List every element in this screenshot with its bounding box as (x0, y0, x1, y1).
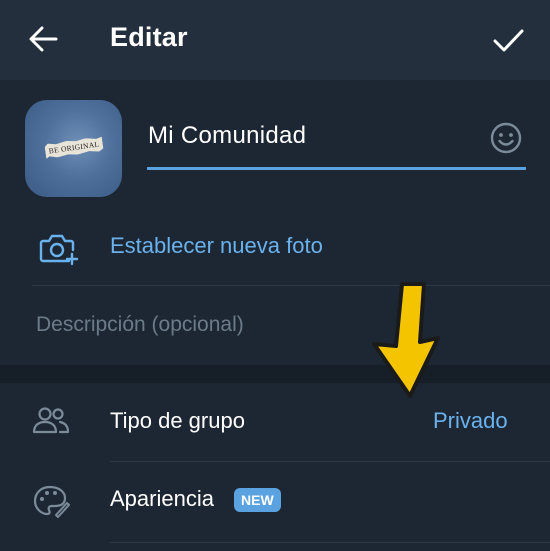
confirm-button[interactable] (490, 22, 526, 58)
divider (110, 542, 550, 543)
description-input[interactable]: Descripción (opcional) (36, 313, 244, 337)
camera-add-icon (38, 230, 80, 268)
group-type-label: Tipo de grupo (110, 408, 245, 433)
section-separator (0, 365, 550, 383)
checkmark-icon (493, 29, 524, 52)
group-avatar[interactable]: BE ORIGINAL (25, 100, 122, 197)
group-type-value: Privado (433, 408, 508, 433)
arrow-left-icon (29, 26, 58, 52)
set-new-photo-label: Establecer nueva foto (110, 233, 323, 258)
appearance-label: Apariencia (110, 486, 214, 511)
page-title: Editar (110, 22, 188, 52)
emoji-button[interactable] (489, 121, 523, 155)
name-input-underline (147, 167, 526, 170)
yellow-arrow-down-icon (360, 278, 460, 403)
new-badge: NEW (234, 488, 281, 512)
users-icon (31, 404, 71, 438)
back-button[interactable] (26, 22, 60, 56)
palette-icon (32, 483, 70, 519)
header-bar (0, 0, 550, 80)
avatar-text: BE ORIGINAL (44, 136, 104, 159)
group-name-input[interactable]: Mi Comunidad (148, 122, 478, 158)
smiley-icon (490, 122, 522, 154)
divider (32, 285, 550, 286)
